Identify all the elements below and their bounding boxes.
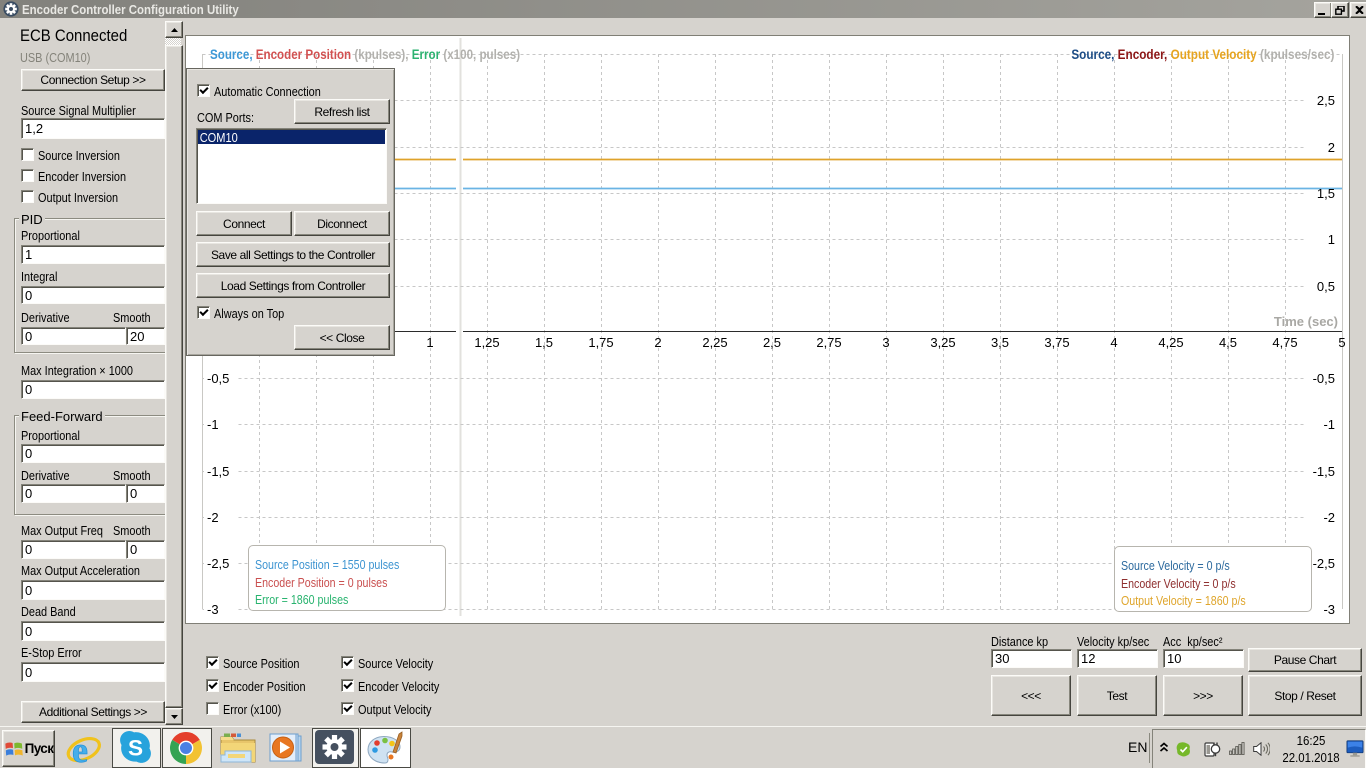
svg-text:3,75: 3,75 (1044, 335, 1069, 350)
svg-text:0,5: 0,5 (1317, 279, 1335, 294)
svg-text:-2: -2 (207, 510, 219, 525)
svg-text:-2,5: -2,5 (207, 556, 229, 571)
svg-text:1,25: 1,25 (474, 335, 499, 350)
svg-text:4,75: 4,75 (1272, 335, 1297, 350)
svg-text:1,5: 1,5 (1317, 186, 1335, 201)
svg-text:3,5: 3,5 (991, 335, 1009, 350)
svg-text:2,5: 2,5 (1317, 93, 1335, 108)
svg-text:4: 4 (1110, 335, 1117, 350)
svg-text:-1,5: -1,5 (207, 464, 229, 479)
svg-text:2: 2 (1328, 140, 1335, 155)
svg-text:-2,5: -2,5 (1313, 556, 1335, 571)
svg-text:5: 5 (1338, 335, 1345, 350)
svg-text:-2: -2 (1323, 510, 1335, 525)
svg-text:1: 1 (1328, 232, 1335, 247)
svg-text:-1,5: -1,5 (1313, 464, 1335, 479)
svg-text:2: 2 (654, 335, 661, 350)
svg-text:3: 3 (882, 335, 889, 350)
svg-text:2,5: 2,5 (763, 335, 781, 350)
svg-text:3,25: 3,25 (930, 335, 955, 350)
svg-text:S: S (128, 736, 143, 761)
svg-text:-3: -3 (207, 602, 219, 617)
svg-text:2,75: 2,75 (816, 335, 841, 350)
svg-text:e: e (72, 731, 88, 768)
svg-text:-3: -3 (1323, 602, 1335, 617)
svg-text:2,25: 2,25 (702, 335, 727, 350)
svg-text:1,75: 1,75 (588, 335, 613, 350)
svg-text:1: 1 (426, 335, 433, 350)
svg-text:Time (sec): Time (sec) (1274, 314, 1338, 329)
svg-text:4,25: 4,25 (1158, 335, 1183, 350)
svg-text:-0,5: -0,5 (207, 371, 229, 386)
svg-text:1,5: 1,5 (535, 335, 553, 350)
svg-text:-0,5: -0,5 (1313, 371, 1335, 386)
svg-text:-1: -1 (1323, 417, 1335, 432)
svg-text:-1: -1 (207, 417, 219, 432)
svg-text:4,5: 4,5 (1219, 335, 1237, 350)
